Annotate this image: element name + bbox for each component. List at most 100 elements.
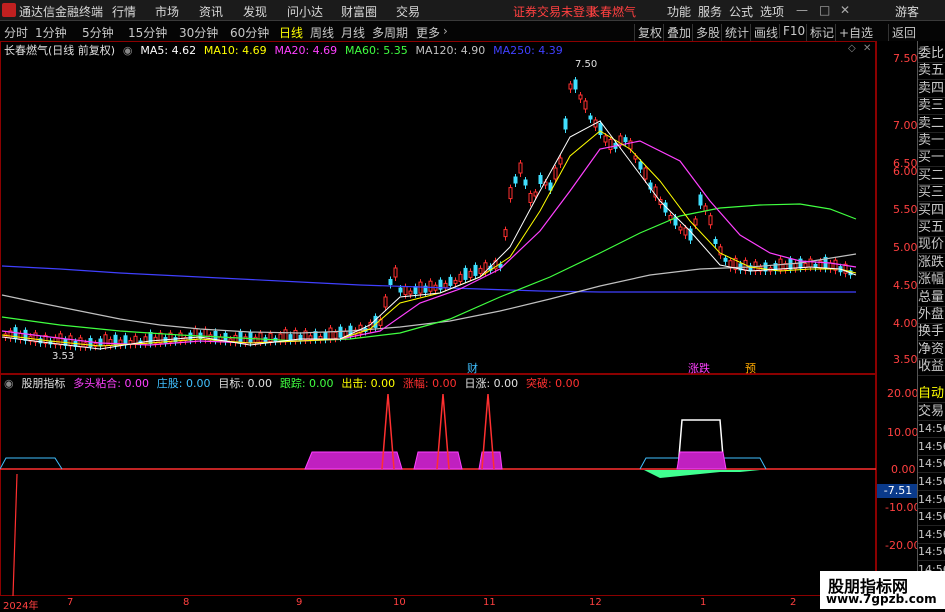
candles-group (3, 77, 853, 351)
quote-field-label: 委比 (918, 46, 945, 63)
quote-field-label: 卖四 (918, 80, 945, 98)
tool-back[interactable]: 返回 (888, 24, 916, 41)
tool-biaoji[interactable]: 标记 (806, 24, 834, 41)
date-label: 7 (67, 597, 74, 608)
candle-body (623, 137, 628, 143)
minimize-icon[interactable]: — (796, 3, 808, 17)
watermark: 股朋指标网 www.7gpzb.com (820, 571, 945, 609)
candle-body (23, 329, 28, 341)
tool-huaxian[interactable]: 画线 (750, 24, 778, 41)
period-multi[interactable]: 多周期 (372, 24, 408, 41)
menu-fuwu[interactable]: 服务 (698, 3, 722, 20)
more-chevron-icon[interactable]: › (443, 24, 448, 38)
ma10-line (1, 130, 857, 347)
menu-gongshi[interactable]: 公式 (729, 3, 753, 20)
period-1min[interactable]: 1分钟 (35, 24, 67, 41)
period-60min[interactable]: 60分钟 (230, 24, 269, 41)
close-icon[interactable]: ✕ (840, 3, 850, 17)
candle-body (578, 94, 583, 100)
tick-time: 14:56 (918, 492, 945, 509)
candle-body (808, 258, 813, 268)
menu-gongneng[interactable]: 功能 (667, 3, 691, 20)
red-drop-line (12, 473, 18, 596)
maximize-icon[interactable]: □ (819, 3, 830, 17)
date-label: 11 (483, 597, 496, 608)
quote-field-label: 卖一 (918, 133, 945, 150)
quote-field-label: 卖二 (918, 115, 945, 133)
quote-field-label: 买一 (918, 150, 945, 168)
app-logo-icon (2, 3, 16, 17)
menu-shichang[interactable]: 市场 (155, 3, 179, 20)
candle-body (158, 332, 163, 344)
login-warning[interactable]: 证券交易未登录 (513, 3, 597, 20)
candle-body (518, 162, 523, 174)
period-5min[interactable]: 5分钟 (82, 24, 114, 41)
price-tick: 7.00 (893, 119, 918, 132)
tool-tongji[interactable]: 统计 (721, 24, 749, 41)
tool-diejia[interactable]: 叠加 (663, 24, 691, 41)
price-tick: 4.00 (893, 317, 918, 330)
zhuanggu-shape (0, 457, 63, 470)
current-value-tag: -7.51 (877, 484, 919, 498)
quote-field-label: 净资 (918, 341, 945, 359)
candle-body (453, 279, 458, 284)
period-15min[interactable]: 15分钟 (128, 24, 167, 41)
candle-body (528, 193, 533, 203)
auto-trade-label[interactable]: 自动 (918, 386, 945, 403)
tool-f10[interactable]: F10 (779, 24, 805, 38)
price-tick: 5.00 (893, 241, 918, 254)
tool-duogu[interactable]: 多股 (692, 24, 720, 41)
menu-xuanxiang[interactable]: 选项 (760, 3, 784, 20)
period-monthly[interactable]: 月线 (341, 24, 365, 41)
price-tick: 3.50 (893, 353, 918, 366)
quote-field-label: 卖三 (918, 98, 945, 116)
price-axis: 7.50 7.00 6.50 6.00 5.50 5.00 4.50 4.00 … (876, 41, 919, 374)
candle-body (603, 135, 608, 143)
quote-field-label: 现价 (918, 237, 945, 255)
auto-trade-label[interactable]: 交易 (918, 404, 945, 421)
date-label: 2 (790, 597, 797, 608)
candle-body (248, 332, 253, 344)
candle-body (333, 331, 338, 339)
candle-body (698, 194, 703, 206)
tick-time: 14:56 (918, 456, 945, 474)
ind-tick: 0.00 (891, 463, 916, 476)
genzong-area (644, 470, 760, 478)
menu-caifuquan[interactable]: 财富圈 (341, 3, 377, 20)
candle-body (568, 83, 573, 90)
date-label: 1 (700, 597, 707, 608)
price-tick: 6.00 (893, 165, 918, 178)
tool-add-watchlist[interactable]: +自选 (835, 24, 873, 41)
candle-body (413, 286, 418, 295)
period-daily[interactable]: 日线 (279, 24, 303, 41)
period-30min[interactable]: 30分钟 (179, 24, 218, 41)
price-tick: 4.50 (893, 279, 918, 292)
period-more[interactable]: 更多 (416, 24, 440, 41)
candle-body (398, 287, 403, 293)
tool-fuquan[interactable]: 复权 (634, 24, 662, 41)
menu-hangqing[interactable]: 行情 (112, 3, 136, 20)
candle-body (443, 282, 448, 288)
candle-body (383, 296, 388, 308)
candle-body (503, 229, 508, 238)
candle-body (513, 176, 518, 184)
quote-field-label: 买二 (918, 167, 945, 185)
period-weekly[interactable]: 周线 (310, 24, 334, 41)
menu-zixun[interactable]: 资讯 (199, 3, 223, 20)
menu-wenxiaoda[interactable]: 问小达 (287, 3, 323, 20)
quote-field-label: 买四 (918, 202, 945, 220)
candle-body (638, 161, 643, 170)
guest-label[interactable]: 游客 (895, 3, 919, 20)
app-title: 通达信金融终端 (19, 5, 104, 19)
candlestick-svg: 7.50 3.53 (1, 59, 857, 362)
menu-jiaoyi[interactable]: 交易 (396, 3, 420, 20)
menu-faxian[interactable]: 发现 (243, 3, 267, 20)
indicator-svg (0, 393, 876, 596)
quote-field-label: 换手 (918, 324, 945, 342)
period-fenshi[interactable]: 分时 (4, 24, 28, 41)
candle-body (693, 218, 698, 226)
low-label: 3.53 (52, 351, 74, 362)
date-label: 8 (183, 597, 190, 608)
date-axis (0, 596, 876, 609)
candle-body (388, 279, 393, 285)
